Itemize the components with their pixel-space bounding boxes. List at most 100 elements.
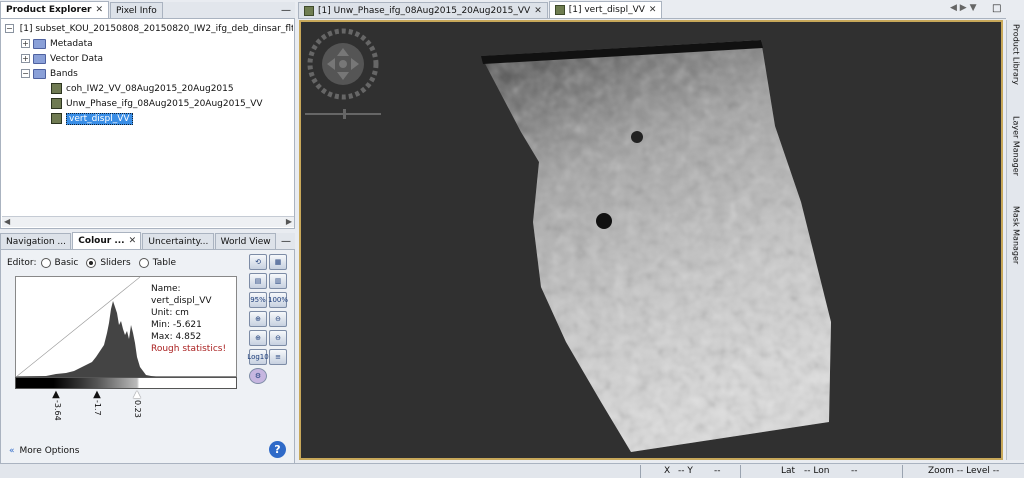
radio-sliders-label: Sliders [100, 258, 131, 268]
editor-mode-row: Editor: Basic Sliders Table [7, 258, 176, 268]
histogram-bars [16, 301, 156, 377]
colour-manipulation-panel: Editor: Basic Sliders Table Name: vert_d… [0, 250, 295, 465]
more-options[interactable]: « More Options [9, 446, 79, 456]
tree-vector-data[interactable]: + Vector Data [5, 51, 293, 66]
tab-world-view[interactable]: World View [214, 233, 276, 249]
tab-scroll-right-icon[interactable]: ▶ [960, 3, 967, 13]
status-x-label: X [664, 466, 671, 476]
import-icon[interactable]: ▤ [249, 273, 267, 289]
folder-icon [33, 53, 46, 64]
status-separator [902, 465, 903, 478]
info-table-icon[interactable]: ≡ [269, 349, 287, 365]
status-lon-value: -- [851, 466, 858, 476]
band-label-selected: vert_displ_VV [66, 112, 133, 125]
pan-center-icon[interactable] [339, 60, 347, 68]
editor-label: Editor: [7, 258, 37, 268]
slider-handle-mid[interactable]: ▲ [92, 389, 102, 400]
tab-mask-manager[interactable]: Mask Manager [1009, 206, 1023, 276]
tree-band-vert-displ[interactable]: vert_displ_VV [5, 111, 293, 126]
close-icon[interactable]: ✕ [534, 6, 542, 16]
status-x-value: -- Y [678, 466, 693, 476]
scroll-left-icon[interactable]: ◀ [4, 217, 10, 226]
close-icon[interactable]: ✕ [649, 5, 657, 15]
reset-icon[interactable]: ⟲ [249, 254, 267, 270]
layer-manager-label: Layer Manager [1011, 116, 1021, 176]
zoom-100-button[interactable]: 100% [268, 292, 288, 308]
tree-product[interactable]: − [1] subset_KOU_20150808_20150820_IW2_i… [5, 21, 293, 36]
image-view[interactable] [299, 20, 1003, 460]
tab-uncertainty-label: Uncertainty... [148, 236, 209, 247]
radio-sliders[interactable] [86, 258, 97, 268]
status-bar: X -- Y -- Lat -- Lon -- Zoom -- Level -- [0, 463, 1024, 478]
tab-scroll-controls: ◀ ▶ ▼ [950, 3, 977, 13]
product-explorer-panel: − [1] subset_KOU_20150808_20150820_IW2_i… [0, 19, 295, 229]
band-icon [304, 5, 314, 16]
tab-list-icon[interactable]: ▼ [970, 3, 977, 13]
band-label: Unw_Phase_ifg_08Aug2015_20Aug2015_VV [66, 98, 263, 109]
tab-uncertainty[interactable]: Uncertainty... [142, 233, 214, 249]
tab-world-view-label: World View [220, 236, 271, 247]
slider-label-mid[interactable]: -1.7 [93, 400, 102, 416]
tab-colour-label: Colour ... [78, 236, 125, 246]
tab-pixel-info[interactable]: Pixel Info [110, 2, 163, 18]
radio-basic-label: Basic [54, 258, 79, 268]
export-icon[interactable]: ▥ [269, 273, 287, 289]
slider-label-max[interactable]: 0.23 [133, 400, 142, 418]
tab-unw-phase-view[interactable]: [1] Unw_Phase_ifg_08Aug2015_20Aug2015_VV… [298, 2, 548, 18]
expand-icon[interactable]: + [21, 54, 30, 63]
band-icon [51, 83, 62, 94]
radio-table-label: Table [152, 258, 176, 268]
maximize-icon[interactable]: □ [992, 3, 1001, 14]
tab-product-explorer[interactable]: Product Explorer ✕ [0, 1, 110, 18]
collapse-icon[interactable]: − [5, 24, 14, 33]
zoom-slider-thumb[interactable] [343, 109, 346, 119]
tab-scroll-left-icon[interactable]: ◀ [950, 3, 957, 13]
expand-options-icon[interactable]: « [9, 446, 15, 456]
horizontal-scrollbar[interactable]: ◀ ▶ [2, 216, 294, 227]
image-view-tabbar: [1] Unw_Phase_ifg_08Aug2015_20Aug2015_VV… [298, 1, 1006, 19]
zoom-in-vertical-icon[interactable]: ⊕ [249, 330, 267, 346]
zoom-95-button[interactable]: 95% [249, 292, 267, 308]
expand-icon[interactable]: + [21, 39, 30, 48]
tab-colour-manipulation[interactable]: Colour ... ✕ [72, 232, 142, 249]
close-icon[interactable]: ✕ [95, 5, 103, 15]
dark-feature [631, 131, 643, 143]
tree-metadata[interactable]: + Metadata [5, 36, 293, 51]
radio-table[interactable] [138, 258, 149, 268]
view-window-controls: □ [992, 3, 1001, 14]
minimize-button[interactable]: — [277, 5, 295, 16]
tab-product-library[interactable]: Product Library [1009, 24, 1023, 100]
help-icon[interactable]: ? [269, 441, 286, 458]
band-info: Name: vert_displ_VV Unit: cm Min: -5.621… [151, 283, 236, 355]
product-library-label: Product Library [1011, 24, 1021, 85]
zoom-out-vertical-icon[interactable]: ⊖ [269, 330, 287, 346]
tab-layer-manager[interactable]: Layer Manager [1009, 116, 1023, 186]
tree-band-unw-phase[interactable]: Unw_Phase_ifg_08Aug2015_20Aug2015_VV [5, 96, 293, 111]
multi-apply-icon[interactable]: ▦ [269, 254, 287, 270]
product-label: [1] subset_KOU_20150808_20150820_IW2_ifg… [19, 23, 293, 34]
tab-navigation[interactable]: Navigation ... [0, 233, 72, 249]
band-icon [51, 113, 62, 124]
scroll-right-icon[interactable]: ▶ [286, 217, 292, 226]
minimize-button[interactable]: — [277, 236, 295, 247]
collapse-icon[interactable]: − [21, 69, 30, 78]
folder-open-icon [33, 68, 46, 79]
slider-label-min[interactable]: -3.64 [53, 400, 62, 421]
status-separator [740, 465, 741, 478]
zoom-in-horizontal-icon[interactable]: ⊕ [249, 311, 267, 327]
status-y-value: -- [714, 466, 721, 476]
colour-gradient-bar [15, 377, 237, 389]
band-unit: Unit: cm [151, 308, 189, 318]
close-icon[interactable]: ✕ [129, 236, 137, 246]
tab-vert-displ-view[interactable]: [1] vert_displ_VV ✕ [548, 1, 663, 18]
slider-handle-min[interactable]: ▲ [51, 389, 61, 400]
zoom-out-horizontal-icon[interactable]: ⊖ [269, 311, 287, 327]
more-settings-icon[interactable]: ⚙ [249, 368, 267, 384]
band-icon [51, 98, 62, 109]
navigation-control[interactable] [305, 26, 385, 122]
tree-bands[interactable]: − Bands [5, 66, 293, 81]
slider-handle-max[interactable]: ▲ [132, 389, 142, 400]
log-scale-button[interactable]: Log10 [247, 349, 269, 365]
tree-band-coh[interactable]: coh_IW2_VV_08Aug2015_20Aug2015 [5, 81, 293, 96]
radio-basic[interactable] [40, 258, 51, 268]
